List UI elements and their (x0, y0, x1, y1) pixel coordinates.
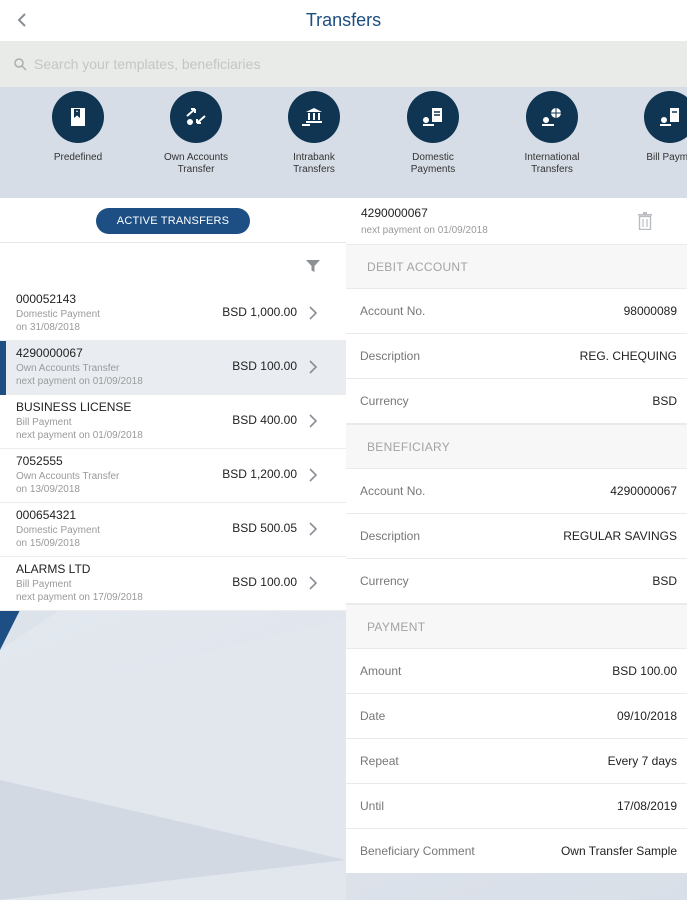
debit-account-no-field: Account No. 98000089 (346, 289, 687, 334)
beneficiary-comment-field: Beneficiary Comment Own Transfer Sample (360, 844, 677, 858)
back-button[interactable] (10, 8, 34, 32)
category-own-accounts-transfer[interactable]: Own Accounts Transfer (141, 91, 251, 176)
chevron-right-icon (309, 414, 318, 428)
category-bill-payments[interactable]: Bill Payme (615, 91, 687, 164)
bank-transfer-icon (288, 91, 340, 143)
divider (0, 242, 346, 243)
chevron-left-icon (17, 13, 26, 27)
payment-until-field: Until 17/08/2019 (346, 784, 687, 829)
active-transfers-button[interactable]: ACTIVE TRANSFERS (96, 208, 250, 234)
transfer-detail-panel: 4290000067 next payment on 01/09/2018 DE… (346, 198, 687, 873)
beneficiary-currency-field: Currency BSD (346, 559, 687, 604)
list-item[interactable]: ALARMS LTD Bill Payment next payment on … (0, 557, 346, 611)
search-icon (14, 58, 27, 71)
chevron-right-icon (309, 576, 318, 590)
payment-date-field: Date 09/10/2018 (346, 694, 687, 739)
search-input[interactable] (34, 52, 654, 76)
app-header: Transfers (0, 0, 687, 41)
globe-transfer-icon (526, 91, 578, 143)
payment-repeat-field: Repeat Every 7 days (346, 739, 687, 784)
list-item[interactable]: 4290000067 Own Accounts Transfer next pa… (0, 341, 346, 395)
debit-currency-field: Currency BSD (346, 379, 687, 424)
category-intrabank-transfers[interactable]: Intrabank Transfers (259, 91, 369, 176)
debit-description-field: Description REG. CHEQUING (346, 334, 687, 379)
category-international-transfers[interactable]: International Transfers (497, 91, 607, 176)
chevron-right-icon (309, 306, 318, 320)
list-item[interactable]: BUSINESS LICENSE Bill Payment next payme… (0, 395, 346, 449)
beneficiary-description-field: Description REGULAR SAVINGS (346, 514, 687, 559)
chevron-right-icon (309, 468, 318, 482)
chevron-right-icon (309, 360, 318, 374)
document-transfer-icon (407, 91, 459, 143)
bookmark-icon (52, 91, 104, 143)
page-title: Transfers (305, 10, 382, 30)
search-bar (0, 41, 687, 87)
chevron-right-icon (309, 522, 318, 536)
payment-amount-field: Amount BSD 100.00 (346, 649, 687, 694)
bill-payment-icon (644, 91, 687, 143)
list-item[interactable]: 7052555 Own Accounts Transfer on 13/09/2… (0, 449, 346, 503)
trash-icon[interactable] (637, 212, 653, 230)
exchange-icon (170, 91, 222, 143)
category-predefined[interactable]: Predefined (23, 91, 133, 164)
beneficiary-account-no-field: Account No. 4290000067 (346, 469, 687, 514)
detail-subtitle: next payment on 01/09/2018 (361, 225, 488, 236)
beneficiary-header: BENEFICIARY (346, 424, 687, 469)
transfer-categories: Predefined Own Accounts Transfer Intraban… (0, 87, 687, 197)
debit-account-header: DEBIT ACCOUNT (346, 244, 687, 289)
filter-icon[interactable] (305, 258, 321, 274)
payment-header: PAYMENT (346, 604, 687, 649)
detail-title: 4290000067 (361, 206, 428, 220)
transfers-list-panel: ACTIVE TRANSFERS 000052143 Domestic Paym… (0, 198, 346, 611)
category-domestic-payments[interactable]: Domestic Payments (378, 91, 488, 176)
transfers-list: 000052143 Domestic Payment on 31/08/2018… (0, 287, 346, 611)
list-item[interactable]: 000654321 Domestic Payment on 15/09/2018… (0, 503, 346, 557)
list-item[interactable]: 000052143 Domestic Payment on 31/08/2018… (0, 287, 346, 341)
